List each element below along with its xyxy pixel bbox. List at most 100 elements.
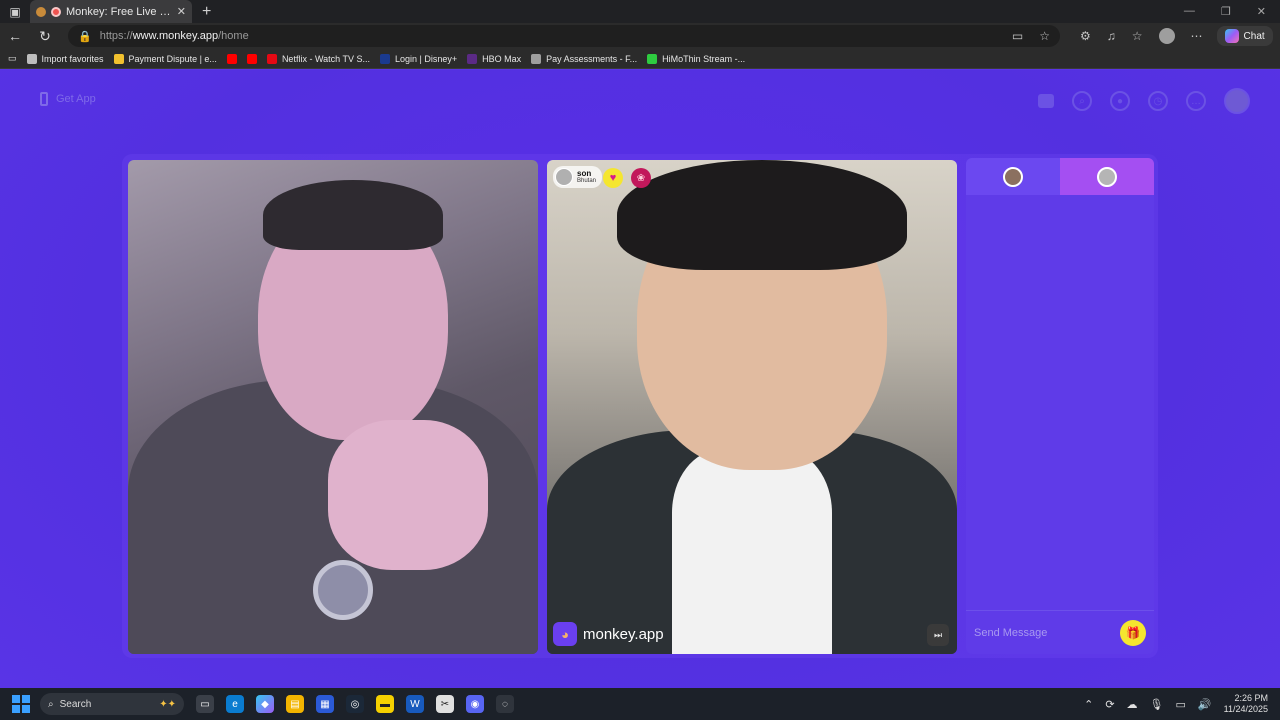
import-icon — [26, 53, 37, 64]
copilot-icon[interactable]: ◆ — [256, 695, 274, 713]
close-icon[interactable]: ✕ — [177, 5, 186, 18]
bookmark-item[interactable]: Pay Assessments - F... — [531, 53, 637, 64]
monkey-watermark: ◕ monkey.app — [553, 622, 664, 646]
store-icon[interactable]: ▦ — [316, 695, 334, 713]
copilot-chat-button[interactable]: Chat — [1216, 26, 1273, 46]
microphone-icon[interactable]: 🎙 — [1150, 698, 1164, 711]
remote-user-avatar — [555, 168, 573, 186]
maximize-icon[interactable]: ❐ — [1221, 5, 1231, 18]
url-path: /home — [218, 30, 249, 42]
network-icon[interactable]: ▭ — [1176, 698, 1186, 711]
monkey-app: Get App ⌕ ● ◷ … son Bhutan ♥ ❀ ◕ monkey.… — [0, 70, 1280, 688]
bookmark-favicon-icon — [113, 53, 124, 64]
monkey-logo-icon: ◕ — [553, 622, 577, 646]
lock-icon: 🔒 — [78, 30, 92, 43]
chat-bubble-icon[interactable]: … — [1186, 91, 1206, 111]
tab-local-user[interactable] — [966, 158, 1060, 195]
tab-actions-icon[interactable]: ▣ — [0, 0, 30, 23]
remote-person-hair — [617, 160, 907, 270]
search-icon[interactable]: ⌕ — [1072, 91, 1092, 111]
task-view-icon[interactable]: ▭ — [196, 695, 214, 713]
kick-icon — [647, 53, 658, 64]
favorites-icon[interactable]: ☆ — [1132, 29, 1143, 43]
copilot-icon — [1224, 29, 1239, 43]
heart-icon[interactable]: ♥ — [603, 168, 623, 188]
onedrive-icon[interactable]: ☁ — [1127, 698, 1138, 711]
app-header: Get App ⌕ ● ◷ … — [30, 84, 1250, 118]
browser-tab-active[interactable]: Monkey: Free Live Video Ch... ✕ — [30, 0, 192, 23]
obs-icon[interactable]: ◌ — [496, 695, 514, 713]
volume-icon[interactable]: 🔊 — [1198, 698, 1212, 711]
clock-time: 2:26 PM — [1234, 693, 1268, 703]
read-aloud-icon[interactable]: ♫ — [1107, 29, 1116, 43]
tab-title: Monkey: Free Live Video Ch... — [66, 5, 172, 18]
local-video — [128, 160, 538, 654]
sparkle-icon: ✦✦ — [159, 698, 176, 710]
search-icon: ⌕ — [48, 698, 54, 710]
sync-icon[interactable]: ⟳ — [1105, 698, 1114, 711]
coin-icon[interactable]: ● — [1110, 91, 1130, 111]
rose-icon[interactable]: ❀ — [631, 168, 651, 188]
back-icon[interactable]: ← — [0, 28, 30, 44]
favorite-star-icon[interactable]: ☆ — [1039, 29, 1050, 43]
chat-panel: Send Message 🎁 — [966, 158, 1154, 654]
camera-icon[interactable]: ▭ — [1012, 29, 1023, 43]
skip-next-icon[interactable]: ⏭ — [927, 624, 949, 646]
local-user-avatar — [1003, 166, 1023, 187]
chevron-up-icon[interactable]: ⌃ — [1084, 698, 1093, 711]
bookmark-item[interactable]: Login | Disney+ — [379, 53, 457, 64]
clock-date: 11/24/2025 — [1223, 704, 1268, 714]
netflix-icon — [266, 53, 277, 64]
history-icon[interactable]: ◷ — [1148, 91, 1168, 111]
discord-icon[interactable]: ◉ — [466, 695, 484, 713]
remote-user-name: son — [577, 169, 592, 178]
bookmark-item[interactable]: Netflix - Watch TV S... — [266, 53, 370, 64]
steam-icon[interactable]: ◎ — [346, 695, 364, 713]
bookmark-item[interactable]: Payment Dispute | e... — [113, 53, 217, 64]
new-tab-icon[interactable]: + — [202, 3, 211, 21]
address-bar[interactable]: 🔒 https://www.monkey.app/home ▭ ☆ — [68, 25, 1060, 47]
bookmark-item[interactable]: Import favorites — [26, 53, 104, 64]
system-clock[interactable]: 2:26 PM 11/24/2025 — [1224, 693, 1268, 715]
refresh-icon[interactable]: ↻ — [30, 28, 60, 45]
window-close-icon[interactable]: ✕ — [1257, 5, 1266, 18]
snipping-tool-icon[interactable]: ✂ — [436, 695, 454, 713]
windows-start-icon[interactable] — [12, 695, 30, 713]
url-host: www.monkey.app — [132, 30, 219, 42]
wristwatch — [313, 560, 373, 620]
remote-person-shirt — [672, 450, 832, 654]
remote-video: son Bhutan ♥ ❀ ◕ monkey.app ⏭ — [547, 160, 957, 654]
bookmark-item[interactable]: HiMoThin Stream -... — [647, 53, 745, 64]
sticky-notes-icon[interactable]: ▬ — [376, 695, 394, 713]
window-controls: — ❐ ✕ — [1184, 5, 1280, 18]
gift-box-icon[interactable] — [1038, 94, 1054, 108]
message-input[interactable]: Send Message 🎁 — [966, 610, 1154, 654]
chat-label: Chat — [1243, 30, 1265, 42]
my-avatar[interactable] — [1224, 88, 1250, 114]
bookmark-item[interactable]: HBO Max — [467, 53, 521, 64]
recording-indicator-icon — [51, 6, 61, 17]
bookmark-item[interactable] — [226, 53, 237, 64]
remote-user-country: Bhutan — [577, 178, 597, 184]
browser-tab-bar: ▣ Monkey: Free Live Video Ch... ✕ + — ❐ … — [0, 0, 1280, 23]
bookmark-item[interactable] — [246, 53, 257, 64]
gift-icon[interactable]: 🎁 — [1120, 620, 1146, 646]
more-options-icon[interactable]: ⋯ — [1191, 29, 1203, 43]
bookmark-tab-icon[interactable]: ▭ — [8, 53, 17, 64]
edge-icon[interactable]: e — [226, 695, 244, 713]
minimize-icon[interactable]: — — [1184, 5, 1195, 18]
url-scheme: https:// — [99, 30, 133, 42]
profile-avatar[interactable] — [1158, 28, 1175, 44]
youtube-icon — [246, 53, 257, 64]
address-toolbar: ← ↻ 🔒 https://www.monkey.app/home ▭ ☆ ⚙ … — [0, 23, 1280, 49]
extensions-icon[interactable]: ⚙ — [1080, 29, 1091, 43]
get-app-button[interactable]: Get App — [40, 92, 96, 106]
globe-icon — [531, 53, 542, 64]
file-explorer-icon[interactable]: ▤ — [286, 695, 304, 713]
word-icon[interactable]: W — [406, 695, 424, 713]
tab-remote-user[interactable] — [1060, 158, 1154, 195]
remote-user-chip[interactable]: son Bhutan — [553, 166, 603, 188]
video-chat-stage: son Bhutan ♥ ❀ ◕ monkey.app ⏭ Send Messa… — [122, 154, 1158, 658]
taskbar-search[interactable]: ⌕ Search ✦✦ — [40, 693, 184, 715]
message-placeholder: Send Message — [974, 626, 1048, 639]
